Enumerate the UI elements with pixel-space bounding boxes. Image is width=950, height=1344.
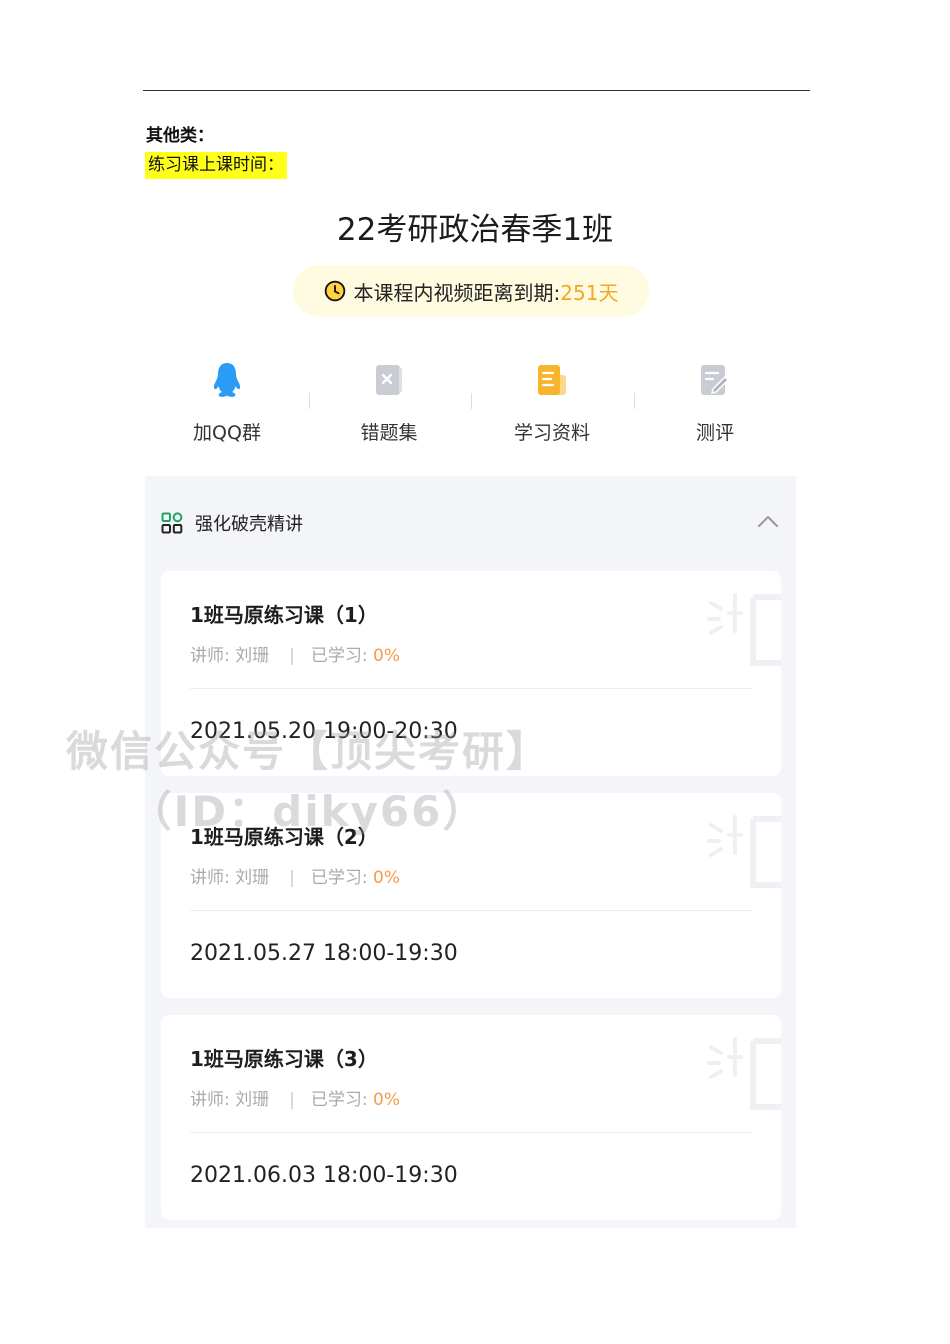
lesson-card[interactable]: 1班马原练习课（3） 讲师: 刘珊 | 已学习: 0% 2021.06.03 18:… (161, 1015, 781, 1220)
progress-label: 已学习: (310, 868, 374, 888)
lesson-section-panel: 强化破壳精讲 1班马原练习课（1） 讲师: 刘珊 | 已学习: 0% 2021.05… (145, 476, 796, 1228)
divider (309, 393, 310, 409)
lesson-card[interactable]: 1班马原练习课（2） 讲师: 刘珊 | 已学习: 0% 2021.05.27 18:… (161, 793, 781, 998)
study-materials-button[interactable]: 学习资料 (477, 358, 627, 445)
progress-label: 已学习: (310, 1090, 374, 1110)
study-material-icon (538, 365, 566, 395)
section-header[interactable]: 强化破壳精讲 (161, 510, 303, 536)
meta-separator: | (289, 868, 295, 888)
card-divider (190, 910, 752, 911)
top-rule (143, 90, 810, 91)
meta-separator: | (289, 1090, 295, 1110)
clock-icon (324, 280, 345, 302)
study-materials-label: 学习资料 (513, 422, 590, 444)
chevron-up-icon[interactable] (757, 514, 779, 528)
expiry-banner: 本课程内视频距离到期: 251天 (293, 265, 649, 317)
lesson-title: 1班马原练习课（3） (190, 1047, 378, 1071)
status-stamp-icon (707, 1037, 781, 1110)
progress-value: 0% (373, 868, 400, 888)
lesson-title: 1班马原练习课（1） (190, 603, 378, 627)
status-stamp-icon (707, 815, 781, 888)
assessment-label: 测评 (695, 422, 734, 444)
lesson-time: 2021.06.03 18:00-19:30 (190, 1163, 458, 1188)
progress-value: 0% (373, 646, 400, 666)
wrong-questions-button[interactable]: 错题集 (314, 358, 464, 445)
lesson-meta: 讲师: 刘珊 | 已学习: 0% (190, 1085, 400, 1110)
card-divider (190, 688, 752, 689)
lesson-meta: 讲师: 刘珊 | 已学习: 0% (190, 641, 400, 666)
assessment-button[interactable]: 测评 (640, 358, 790, 445)
lesson-teacher: 讲师: 刘珊 (190, 646, 270, 666)
lesson-time: 2021.05.20 19:00-20:30 (190, 719, 458, 744)
lesson-teacher: 讲师: 刘珊 (190, 868, 270, 888)
wrong-questions-icon (376, 365, 402, 395)
lesson-card[interactable]: 1班马原练习课（1） 讲师: 刘珊 | 已学习: 0% 2021.05.20 19:… (161, 571, 781, 776)
divider (634, 393, 635, 409)
expiry-label: 本课程内视频距离到期: (353, 280, 561, 305)
highlighted-label: 练习课上课时间： (145, 152, 287, 179)
lesson-teacher: 讲师: 刘珊 (190, 1090, 270, 1110)
course-title: 22考研政治春季1班 (336, 212, 614, 248)
qq-penguin-icon (213, 363, 241, 397)
lesson-meta: 讲师: 刘珊 | 已学习: 0% (190, 863, 400, 888)
meta-separator: | (289, 646, 295, 666)
join-qq-group-label: 加QQ群 (193, 422, 261, 444)
progress-value: 0% (373, 1090, 400, 1110)
assessment-icon (701, 365, 730, 395)
status-stamp-icon (707, 593, 781, 666)
expiry-days: 251天 (560, 280, 619, 305)
join-qq-group-button[interactable]: 加QQ群 (152, 358, 302, 445)
category-label: 其他类： (146, 126, 214, 146)
section-title: 强化破壳精讲 (195, 514, 303, 535)
lesson-time: 2021.05.27 18:00-19:30 (190, 941, 458, 966)
grid-apps-icon (161, 512, 183, 534)
progress-label: 已学习: (310, 646, 374, 666)
card-divider (190, 1132, 752, 1133)
lesson-title: 1班马原练习课（2） (190, 825, 378, 849)
wrong-questions-label: 错题集 (360, 422, 418, 444)
divider (471, 393, 472, 409)
